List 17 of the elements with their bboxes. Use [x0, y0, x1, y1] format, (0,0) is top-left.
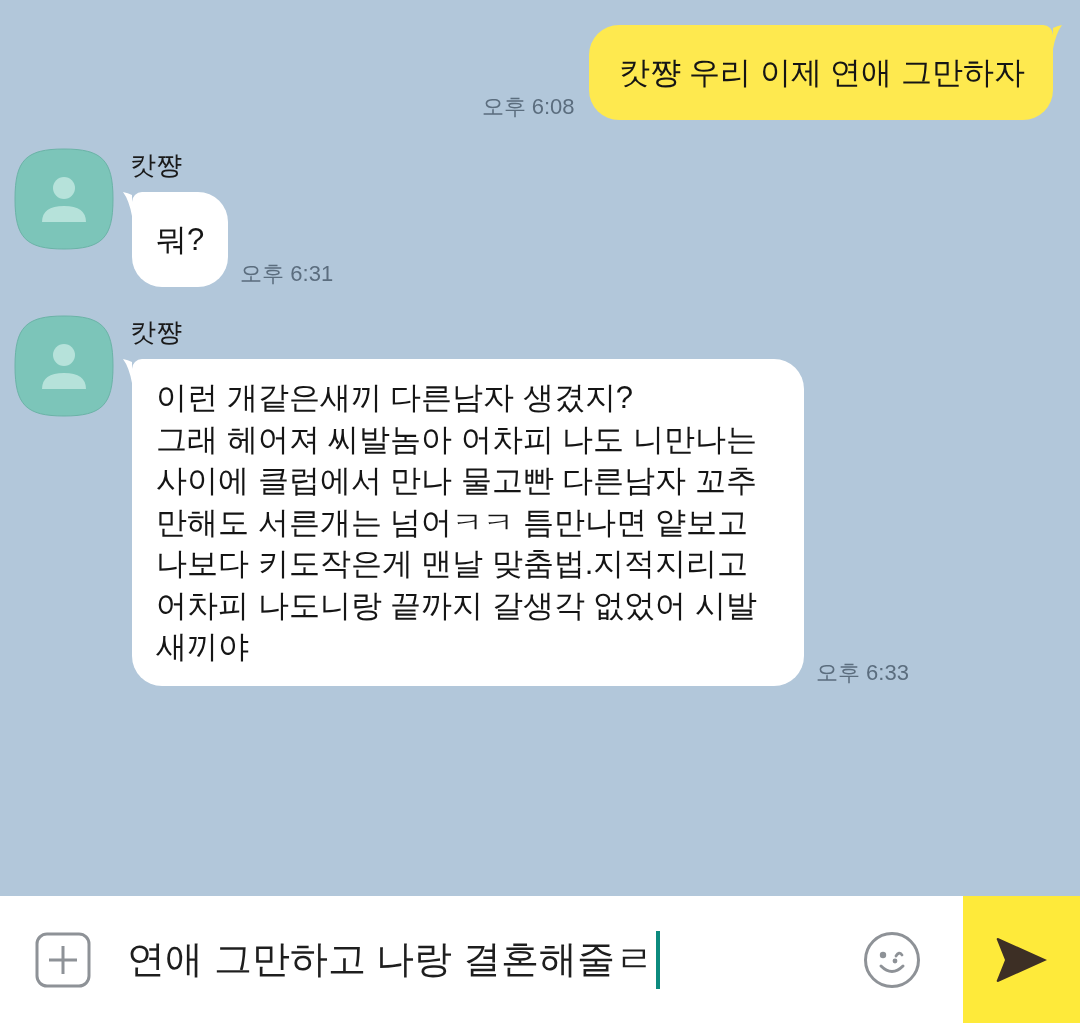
bubble-tail-icon: [123, 192, 132, 216]
message-time: 오후 6:33: [816, 659, 909, 686]
smiley-icon: [863, 930, 921, 989]
avatar-icon: [14, 315, 114, 417]
message-time: 오후 6:08: [481, 94, 575, 120]
text-cursor-icon: [655, 930, 660, 989]
emoji-button[interactable]: [863, 930, 921, 989]
bubble-tail-icon: [1053, 25, 1062, 49]
send-button[interactable]: [963, 896, 1080, 1023]
avatar-icon: [14, 148, 114, 250]
attach-button[interactable]: [35, 931, 91, 988]
message-input[interactable]: 연애 그만하고 나랑 결혼해줄ㄹ: [127, 929, 863, 990]
sender-name: 캇쨩: [130, 317, 182, 347]
message-time: 오후 6:31: [240, 261, 334, 287]
plus-icon: [35, 931, 91, 988]
sender-name: 캇쨩: [130, 150, 182, 180]
bubble-tail-icon: [123, 359, 132, 383]
